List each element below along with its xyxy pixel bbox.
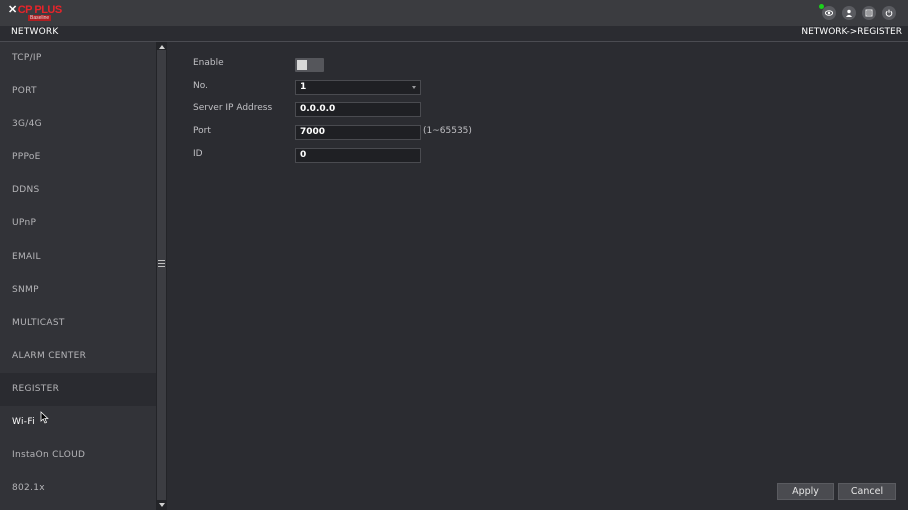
port-label: Port (193, 126, 211, 136)
sidebar-item-label: EMAIL (12, 251, 41, 262)
menu-icon[interactable] (862, 6, 876, 20)
enable-label: Enable (193, 58, 224, 68)
sidebar-item-port[interactable]: PORT (0, 75, 156, 108)
toggle-knob (297, 60, 307, 70)
no-select[interactable]: 1 (295, 80, 421, 95)
status-dot (819, 4, 824, 9)
sidebar-item-register[interactable]: REGISTER (0, 372, 156, 407)
sidebar-item-label: UPnP (12, 218, 37, 229)
user-icon[interactable] (842, 6, 856, 20)
sidebar: TCP/IP PORT 3G/4G PPPoE DDNS UPnP EMAIL … (0, 42, 156, 510)
sidebar-item-label: PPPoE (12, 152, 41, 163)
server-ip-label: Server IP Address (193, 103, 273, 113)
breadcrumb: NETWORK->REGISTER (801, 27, 902, 37)
id-input[interactable]: 0 (295, 148, 421, 163)
sidebar-item-wifi[interactable]: Wi-Fi (0, 406, 156, 439)
sidebar-item-email[interactable]: EMAIL (0, 241, 156, 274)
page-title: NETWORK (11, 27, 59, 37)
sidebar-item-label: TCP/IP (12, 53, 42, 63)
section-header: NETWORK NETWORK->REGISTER (0, 26, 908, 42)
no-label: No. (193, 81, 208, 91)
sidebar-item-8021x[interactable]: 802.1x (0, 472, 156, 505)
sidebar-item-label: MULTICAST (12, 317, 65, 328)
scroll-up-icon[interactable] (159, 45, 165, 49)
server-ip-input[interactable]: 0.0.0.0 (295, 102, 421, 117)
cpplus-logo: ✕CP PLUS Baseline (8, 4, 62, 21)
eye-icon[interactable] (819, 4, 836, 20)
mouse-pointer-icon (40, 411, 49, 424)
apply-button[interactable]: Apply (777, 483, 834, 500)
logo-sub: Baseline (28, 15, 52, 21)
sidebar-item-instaon-cloud[interactable]: InstaOn CLOUD (0, 439, 156, 472)
scroll-thumb[interactable] (157, 50, 166, 500)
cancel-button[interactable]: Cancel (838, 483, 896, 500)
id-label: ID (193, 149, 203, 159)
top-bar: ✕CP PLUS Baseline (0, 0, 908, 26)
sidebar-item-label: Wi-Fi (12, 417, 35, 428)
sidebar-item-ddns[interactable]: DDNS (0, 174, 156, 207)
sidebar-scrollbar[interactable] (156, 42, 167, 510)
sidebar-item-label: REGISTER (12, 383, 60, 394)
sidebar-item-label: 3G/4G (12, 119, 42, 130)
sidebar-item-3g4g[interactable]: 3G/4G (0, 108, 156, 141)
scroll-down-icon[interactable] (159, 503, 165, 507)
port-range-hint: (1~65535) (423, 126, 472, 136)
sidebar-item-alarm-center[interactable]: ALARM CENTER (0, 340, 156, 373)
power-icon[interactable] (882, 6, 896, 20)
port-input[interactable]: 7000 (295, 125, 421, 140)
sidebar-item-multicast[interactable]: MULTICAST (0, 307, 156, 340)
top-icons (819, 4, 896, 20)
sidebar-item-label: PORT (12, 86, 37, 97)
sidebar-item-label: DDNS (12, 185, 40, 196)
chevron-down-icon (412, 86, 416, 89)
sidebar-item-pppoe[interactable]: PPPoE (0, 141, 156, 174)
sidebar-item-snmp[interactable]: SNMP (0, 274, 156, 307)
enable-toggle[interactable] (295, 58, 324, 72)
sidebar-item-label: ALARM CENTER (12, 350, 87, 361)
sidebar-item-label: SNMP (12, 284, 39, 295)
sidebar-item-label: InstaOn CLOUD (12, 450, 86, 461)
sidebar-item-upnp[interactable]: UPnP (0, 207, 156, 240)
sidebar-item-label: 802.1x (12, 483, 45, 494)
scroll-grip-icon (158, 260, 165, 267)
register-panel: Enable No. 1 Server IP Address 0.0.0.0 P… (167, 42, 908, 510)
sidebar-item-tcpip[interactable]: TCP/IP (0, 42, 156, 75)
